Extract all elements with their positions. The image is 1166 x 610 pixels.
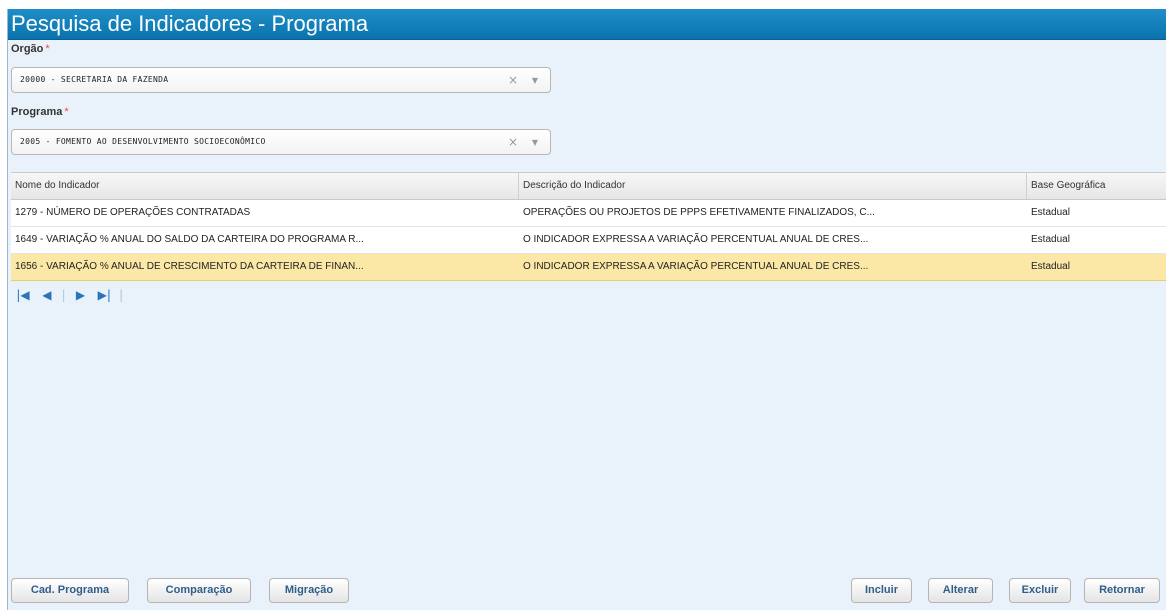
cell-descricao: OPERAÇÕES OU PROJETOS DE PPPS EFETIVAMEN… — [523, 207, 875, 218]
first-page-icon[interactable]: |◀ — [13, 288, 33, 302]
cell-base-geografica: Estadual — [1031, 207, 1070, 218]
cell-descricao: O INDICADOR EXPRESSA A VARIAÇÃO PERCENTU… — [523, 261, 869, 272]
retornar-button[interactable]: Retornar — [1084, 578, 1160, 603]
indicators-grid: Nome do Indicador Descrição do Indicador… — [11, 172, 1166, 281]
migracao-button[interactable]: Migração — [269, 578, 349, 603]
pager-divider: | — [61, 288, 66, 302]
orgao-select-value: 20000 - SECRETARIA DA FAZENDA — [20, 75, 169, 84]
orgao-label-text: Orgão — [11, 43, 44, 55]
programa-label-text: Programa — [11, 106, 63, 118]
clear-icon[interactable]: × — [508, 135, 518, 149]
cell-descricao: O INDICADOR EXPRESSA A VARIAÇÃO PERCENTU… — [523, 234, 869, 245]
table-row[interactable]: 1649 - VARIAÇÃO % ANUAL DO SALDO DA CART… — [11, 227, 1166, 254]
programa-select-value: 2005 - FOMENTO AO DESENVOLVIMENTO SOCIOE… — [20, 137, 266, 146]
excluir-button[interactable]: Excluir — [1009, 578, 1071, 603]
cell-base-geografica: Estadual — [1031, 261, 1070, 272]
pagination: |◀ ◀ | ▶ ▶| | — [13, 288, 124, 304]
last-page-icon[interactable]: ▶| — [94, 288, 114, 302]
orgao-select[interactable]: 20000 - SECRETARIA DA FAZENDA × ▼ — [11, 67, 551, 93]
cad-programa-button[interactable]: Cad. Programa — [11, 578, 129, 603]
grid-header: Nome do Indicador Descrição do Indicador… — [11, 172, 1166, 200]
next-page-icon[interactable]: ▶ — [70, 288, 90, 302]
indicator-search-panel: Pesquisa de Indicadores - Programa Orgão… — [7, 9, 1166, 610]
column-header-descricao[interactable]: Descrição do Indicador — [519, 173, 1027, 199]
column-header-nome[interactable]: Nome do Indicador — [11, 173, 519, 199]
incluir-button[interactable]: Incluir — [851, 578, 912, 603]
programa-select[interactable]: 2005 - FOMENTO AO DESENVOLVIMENTO SOCIOE… — [11, 129, 551, 155]
previous-page-icon[interactable]: ◀ — [37, 288, 57, 302]
comparacao-button[interactable]: Comparação — [147, 578, 251, 603]
table-row[interactable]: 1279 - NÚMERO DE OPERAÇÕES CONTRATADAS O… — [11, 200, 1166, 227]
clear-icon[interactable]: × — [508, 73, 518, 87]
chevron-down-icon[interactable]: ▼ — [532, 138, 538, 147]
cell-nome: 1656 - VARIAÇÃO % ANUAL DE CRESCIMENTO D… — [15, 261, 364, 272]
pager-divider: | — [119, 288, 124, 302]
cell-base-geografica: Estadual — [1031, 234, 1070, 245]
alterar-button[interactable]: Alterar — [928, 578, 993, 603]
title-bar: Pesquisa de Indicadores - Programa — [8, 9, 1166, 40]
column-header-base-geografica[interactable]: Base Geográfica — [1027, 173, 1166, 199]
required-mark: * — [64, 106, 69, 118]
chevron-down-icon[interactable]: ▼ — [532, 76, 538, 85]
page-title: Pesquisa de Indicadores - Programa — [11, 11, 369, 36]
table-row-selected[interactable]: 1656 - VARIAÇÃO % ANUAL DE CRESCIMENTO D… — [11, 254, 1166, 281]
cell-nome: 1279 - NÚMERO DE OPERAÇÕES CONTRATADAS — [15, 207, 251, 218]
required-mark: * — [45, 43, 50, 55]
cell-nome: 1649 - VARIAÇÃO % ANUAL DO SALDO DA CART… — [15, 234, 364, 245]
programa-label: Programa * — [11, 106, 69, 118]
orgao-label: Orgão * — [11, 43, 50, 55]
